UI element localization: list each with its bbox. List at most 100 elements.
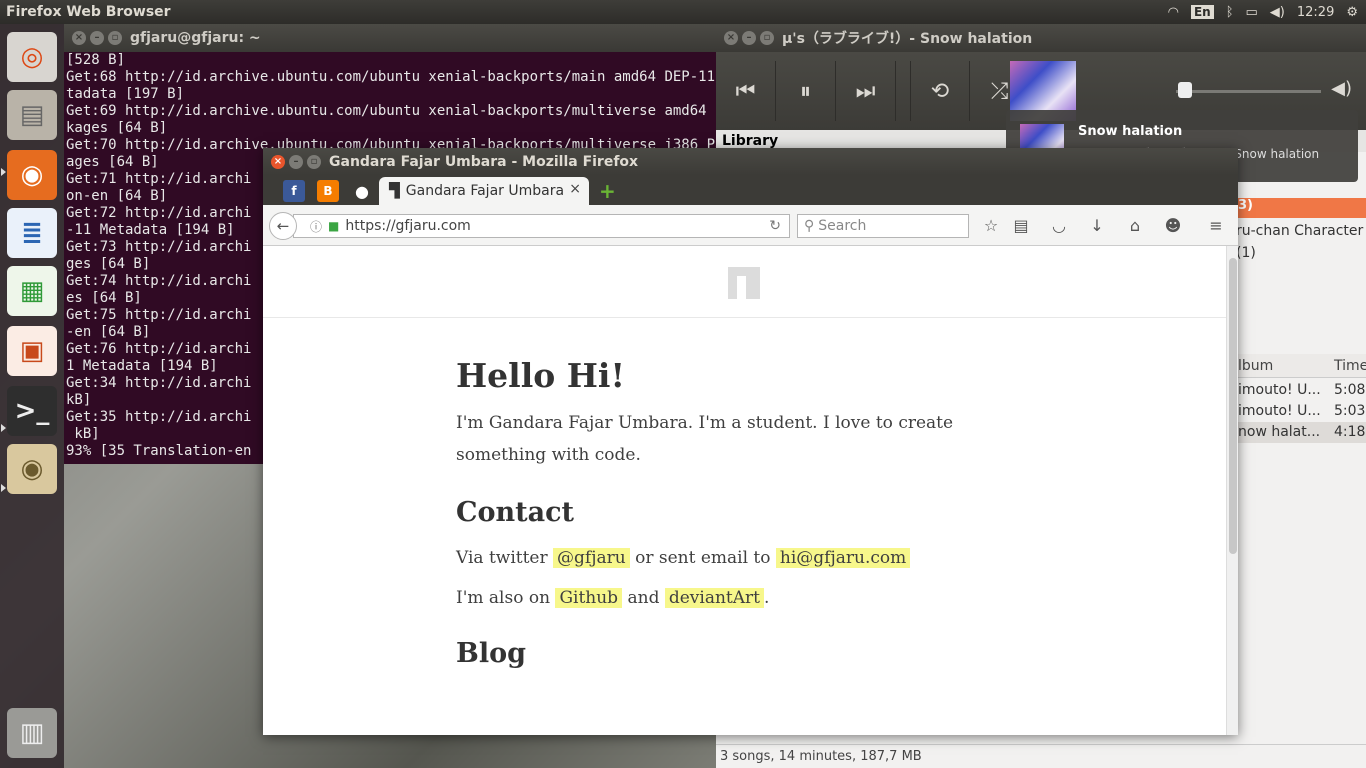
top-panel: Firefox Web Browser ◠ En ᛒ ▭ ◀) 12:29 ⚙ (0, 0, 1366, 24)
contact-heading: Contact (456, 497, 575, 528)
intro-text: I'm Gandara Fajar Umbara. I'm a student.… (456, 413, 954, 465)
page-scrollbar[interactable] (1226, 246, 1238, 735)
close-icon[interactable]: × (271, 154, 285, 169)
url-text[interactable]: https://gfjaru.com (345, 218, 470, 234)
firefox-icon[interactable]: ◉ (7, 150, 57, 200)
volume-icon[interactable]: ◀) (1331, 78, 1352, 99)
terminal-line: kages [64 B] (66, 120, 168, 136)
wifi-icon[interactable]: ◠ (1168, 5, 1179, 20)
url-bar[interactable]: ⓘ ■ https://gfjaru.com ↻ (293, 214, 790, 238)
tab-close-icon[interactable]: × (569, 181, 581, 197)
site-header (263, 246, 1226, 318)
blog-heading: Blog (456, 638, 526, 669)
also-suffix: . (764, 588, 770, 608)
volume-slider[interactable] (1176, 90, 1321, 93)
firefox-window[interactable]: × – ▫ Gandara Fajar Umbara - Mozilla Fir… (263, 148, 1238, 735)
facebook-pinned-tab[interactable]: f (283, 180, 305, 202)
terminal-titlebar[interactable]: × – ▫ gfjaru@gfjaru: ~ (64, 24, 716, 52)
track-album: imouto! U... (1238, 382, 1321, 398)
playlist-item[interactable]: ru-chan Character (1236, 220, 1366, 242)
bookmarks-menu-icon[interactable]: ▤ (1011, 216, 1031, 235)
back-button[interactable]: ← (269, 212, 297, 240)
battery-icon[interactable]: ▭ (1246, 5, 1258, 20)
page-content[interactable]: Hello Hi! I'm Gandara Fajar Umbara. I'm … (263, 246, 1226, 735)
music-titlebar[interactable]: × – ▫ μ's（ラブライブ!）- Snow halation (716, 24, 1366, 52)
next-track-button[interactable]: ⏭ (836, 61, 896, 121)
search-input[interactable]: ⚲ Search (797, 214, 969, 238)
table-row[interactable]: now halat... 4:18 (1236, 422, 1366, 443)
repeat-button[interactable]: ⟲ (910, 61, 970, 121)
track-time: 5:03 (1334, 403, 1366, 419)
downloads-icon[interactable]: ↓ (1087, 216, 1107, 235)
hamburger-menu-icon[interactable]: ≡ (1206, 216, 1226, 235)
volume-icon[interactable]: ◀) (1270, 5, 1285, 20)
keyboard-layout-indicator[interactable]: En (1190, 5, 1214, 19)
running-indicator (1, 168, 6, 176)
running-indicator (1, 484, 6, 492)
music-player-icon[interactable]: ◉ (7, 444, 57, 494)
maximize-icon[interactable]: ▫ (108, 31, 122, 45)
github-link[interactable]: Github (555, 588, 623, 608)
writer-icon[interactable]: ≣ (7, 208, 57, 258)
contact-mid: or sent email to (635, 548, 771, 568)
contact-prefix: Via twitter (456, 548, 548, 568)
bookmark-star-icon[interactable]: ☆ (981, 216, 1001, 235)
music-status-bar: 3 songs, 14 minutes, 187,7 MB (716, 744, 1366, 768)
column-header-album[interactable]: lbum (1236, 354, 1326, 377)
maximize-icon[interactable]: ▫ (760, 31, 774, 45)
files-icon[interactable]: ▤ (7, 90, 57, 140)
minimize-icon[interactable]: – (742, 31, 756, 45)
minimize-icon[interactable]: – (90, 31, 104, 45)
deviantart-link[interactable]: deviantArt (664, 588, 764, 608)
playlist-selected-row[interactable]: 3) (1236, 198, 1366, 218)
article: Hello Hi! I'm Gandara Fajar Umbara. I'm … (456, 356, 1046, 669)
terminal-icon[interactable]: >_ (7, 386, 57, 436)
lock-icon[interactable]: ■ (328, 219, 339, 233)
home-icon[interactable]: ⌂ (1125, 216, 1145, 235)
terminal-line: Get:69 http://id.archive.ubuntu.com/ubun… (66, 103, 716, 119)
calc-icon[interactable]: ▦ (7, 266, 57, 316)
maximize-icon[interactable]: ▫ (307, 154, 321, 169)
scrollbar-thumb[interactable] (1229, 258, 1237, 554)
info-icon[interactable]: ⓘ (310, 218, 322, 235)
terminal-line: Get:68 http://id.archive.ubuntu.com/ubun… (66, 69, 716, 85)
bluetooth-icon[interactable]: ᛒ (1226, 5, 1234, 20)
close-icon[interactable]: × (724, 31, 738, 45)
table-row[interactable]: imouto! U... 5:08 (1236, 380, 1366, 401)
also-line: I'm also on Github and deviantArt. (456, 588, 1046, 608)
volume-slider-knob[interactable] (1178, 82, 1192, 98)
search-icon: ⚲ (804, 218, 815, 234)
terminal-line: tadata [197 B] (66, 86, 185, 102)
site-logo[interactable] (728, 267, 760, 299)
twitter-link[interactable]: @gfjaru (553, 548, 630, 568)
github-pinned-tab[interactable]: ● (351, 180, 373, 202)
email-link[interactable]: hi@gfjaru.com (775, 548, 911, 568)
table-row[interactable]: imouto! U... 5:03 (1236, 401, 1366, 422)
impress-icon[interactable]: ▣ (7, 326, 57, 376)
site-favicon-icon: ▜ (389, 183, 400, 199)
trash-icon[interactable]: ▥ (7, 708, 57, 758)
page-heading: Hello Hi! (456, 356, 625, 395)
reload-icon[interactable]: ↻ (769, 218, 781, 234)
blogger-pinned-tab[interactable]: B (317, 180, 339, 202)
pocket-icon[interactable]: ◡ (1049, 216, 1069, 235)
track-table-header: lbum Time (1236, 354, 1366, 378)
dash-icon[interactable]: ◎ (7, 32, 57, 82)
track-album: imouto! U... (1238, 403, 1321, 419)
active-app-title: Firefox Web Browser (6, 4, 171, 20)
column-header-time[interactable]: Time (1326, 354, 1366, 377)
clock[interactable]: 12:29 (1297, 5, 1334, 20)
running-indicator (1, 424, 6, 432)
previous-track-button[interactable]: ⏮ (716, 61, 776, 121)
new-tab-button[interactable]: + (599, 179, 616, 203)
tab-title: Gandara Fajar Umbara (405, 183, 565, 199)
pause-button[interactable]: ⏸ (776, 61, 836, 121)
minimize-icon[interactable]: – (289, 154, 303, 169)
close-icon[interactable]: × (72, 31, 86, 45)
tab-strip: f B ● ▜ Gandara Fajar Umbara × + (263, 175, 1238, 205)
gear-icon[interactable]: ⚙ (1346, 5, 1358, 20)
chat-icon[interactable]: ☻ (1163, 216, 1183, 235)
tab-gfjaru[interactable]: ▜ Gandara Fajar Umbara × (379, 177, 589, 205)
firefox-titlebar[interactable]: × – ▫ Gandara Fajar Umbara - Mozilla Fir… (263, 148, 1238, 175)
also-mid: and (627, 588, 660, 608)
